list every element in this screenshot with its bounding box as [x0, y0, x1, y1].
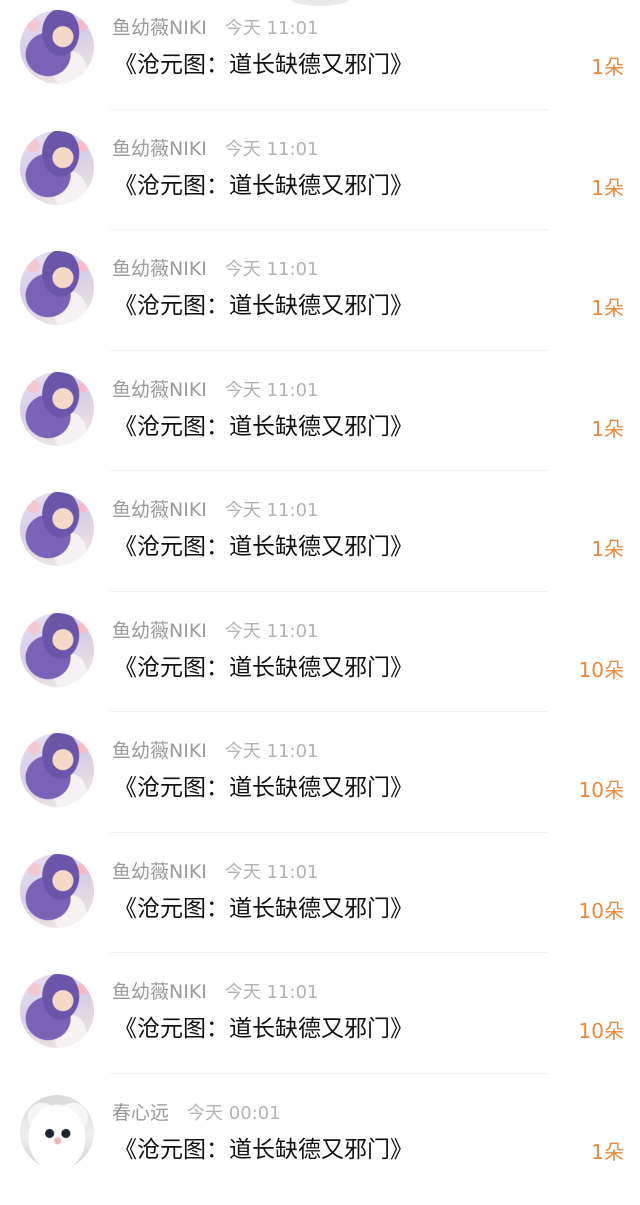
divider	[110, 832, 548, 833]
list-item[interactable]: 鱼幼薇NIKI今天 11:01 《沧元图：道长缺德又邪门》 10朵	[0, 844, 640, 965]
book-title[interactable]: 《沧元图：道长缺德又邪门》	[114, 412, 413, 442]
divider	[110, 711, 548, 712]
divider	[110, 109, 548, 110]
book-title[interactable]: 《沧元图：道长缺德又邪门》	[114, 1135, 413, 1165]
gift-count: 1朵	[591, 536, 624, 562]
user-avatar[interactable]	[20, 613, 94, 687]
user-avatar[interactable]	[20, 854, 94, 928]
divider	[110, 591, 548, 592]
timestamp: 今天 11:01	[225, 741, 319, 762]
list-item[interactable]: 鱼幼薇NIKI今天 11:01 《沧元图：道长缺德又邪门》 1朵	[0, 362, 640, 483]
gift-count: 1朵	[591, 175, 624, 201]
gift-count: 1朵	[591, 295, 624, 321]
timestamp: 今天 11:01	[225, 139, 319, 160]
timestamp: 今天 11:01	[225, 982, 319, 1003]
book-title[interactable]: 《沧元图：道长缺德又邪门》	[114, 171, 413, 201]
list-item[interactable]: 春心远今天 00:01 《沧元图：道长缺德又邪门》 1朵	[0, 1085, 640, 1205]
timestamp: 今天 11:01	[225, 18, 319, 39]
timestamp: 今天 00:01	[187, 1103, 281, 1124]
username: 鱼幼薇NIKI今天 11:01	[112, 378, 319, 403]
gift-count: 10朵	[579, 657, 624, 683]
timestamp: 今天 11:01	[225, 862, 319, 883]
gift-count: 10朵	[579, 898, 624, 924]
user-avatar[interactable]	[20, 131, 94, 205]
username: 鱼幼薇NIKI今天 11:01	[112, 739, 319, 764]
gift-count: 1朵	[591, 416, 624, 442]
divider	[110, 470, 548, 471]
divider	[110, 952, 548, 953]
username: 鱼幼薇NIKI今天 11:01	[112, 980, 319, 1005]
username: 鱼幼薇NIKI今天 11:01	[112, 257, 319, 282]
gift-count: 1朵	[591, 1139, 624, 1165]
username: 鱼幼薇NIKI今天 11:01	[112, 137, 319, 162]
username: 鱼幼薇NIKI今天 11:01	[112, 619, 319, 644]
book-title[interactable]: 《沧元图：道长缺德又邪门》	[114, 291, 413, 321]
user-avatar[interactable]	[20, 251, 94, 325]
book-title[interactable]: 《沧元图：道长缺德又邪门》	[114, 50, 413, 80]
timestamp: 今天 11:01	[225, 380, 319, 401]
book-title[interactable]: 《沧元图：道长缺德又邪门》	[114, 773, 413, 803]
list-item[interactable]: 鱼幼薇NIKI今天 11:01 《沧元图：道长缺德又邪门》 10朵	[0, 603, 640, 724]
user-avatar[interactable]	[20, 492, 94, 566]
gift-count: 1朵	[591, 54, 624, 80]
timestamp: 今天 11:01	[225, 259, 319, 280]
list-item[interactable]: 鱼幼薇NIKI今天 11:01 《沧元图：道长缺德又邪门》 10朵	[0, 964, 640, 1085]
list-item[interactable]: 鱼幼薇NIKI今天 11:01 《沧元图：道长缺德又邪门》 1朵	[0, 0, 640, 121]
gift-record-list: 鱼幼薇NIKI今天 11:01 《沧元图：道长缺德又邪门》 1朵 鱼幼薇NIKI…	[0, 0, 640, 1205]
username: 鱼幼薇NIKI今天 11:01	[112, 498, 319, 523]
divider	[110, 350, 548, 351]
divider	[110, 229, 548, 230]
user-avatar[interactable]	[20, 10, 94, 84]
gift-count: 10朵	[579, 1018, 624, 1044]
user-avatar[interactable]	[20, 1095, 94, 1169]
list-item[interactable]: 鱼幼薇NIKI今天 11:01 《沧元图：道长缺德又邪门》 1朵	[0, 482, 640, 603]
book-title[interactable]: 《沧元图：道长缺德又邪门》	[114, 1014, 413, 1044]
username: 鱼幼薇NIKI今天 11:01	[112, 16, 319, 41]
book-title[interactable]: 《沧元图：道长缺德又邪门》	[114, 894, 413, 924]
timestamp: 今天 11:01	[225, 621, 319, 642]
book-title[interactable]: 《沧元图：道长缺德又邪门》	[114, 653, 413, 683]
list-item[interactable]: 鱼幼薇NIKI今天 11:01 《沧元图：道长缺德又邪门》 1朵	[0, 121, 640, 242]
username: 春心远今天 00:01	[112, 1101, 281, 1126]
divider	[110, 1073, 548, 1074]
timestamp: 今天 11:01	[225, 500, 319, 521]
gift-count: 10朵	[579, 777, 624, 803]
list-item[interactable]: 鱼幼薇NIKI今天 11:01 《沧元图：道长缺德又邪门》 1朵	[0, 241, 640, 362]
user-avatar[interactable]	[20, 372, 94, 446]
user-avatar[interactable]	[20, 733, 94, 807]
username: 鱼幼薇NIKI今天 11:01	[112, 860, 319, 885]
list-item[interactable]: 鱼幼薇NIKI今天 11:01 《沧元图：道长缺德又邪门》 10朵	[0, 723, 640, 844]
book-title[interactable]: 《沧元图：道长缺德又邪门》	[114, 532, 413, 562]
user-avatar[interactable]	[20, 974, 94, 1048]
